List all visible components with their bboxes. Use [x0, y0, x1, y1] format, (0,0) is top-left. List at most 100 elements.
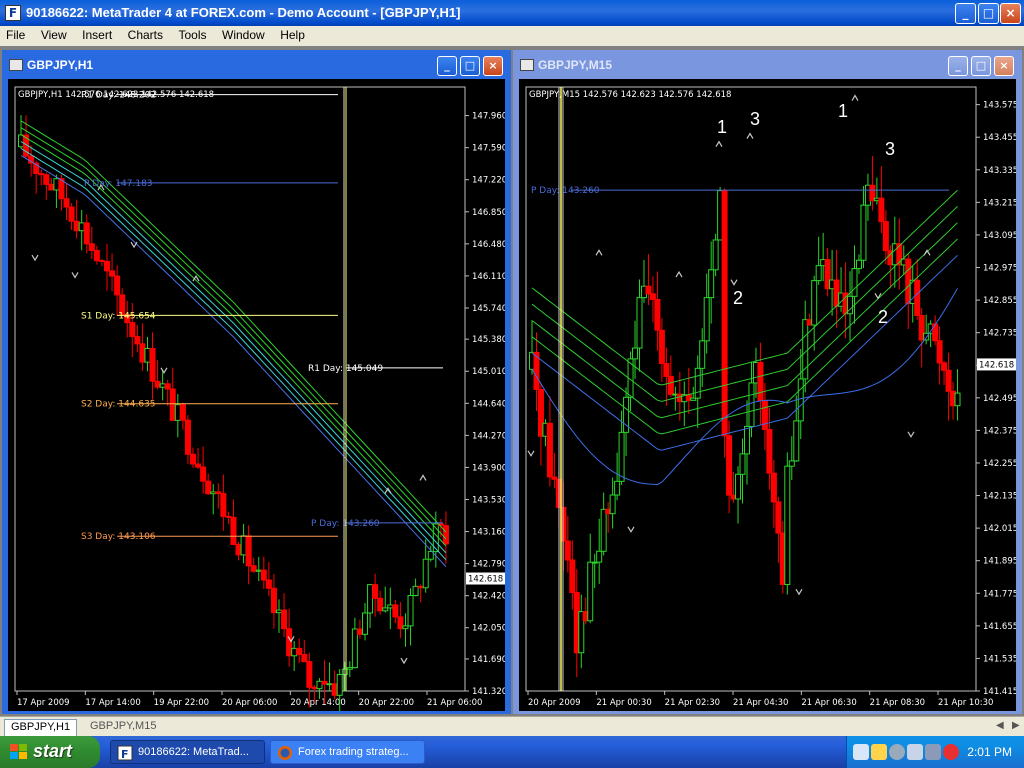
tab-gbpjpy-m15[interactable]: GBPJPY,M15 — [84, 719, 162, 736]
candle-body — [645, 285, 652, 295]
candle-body — [174, 404, 181, 421]
fractal-up-icon — [715, 140, 723, 148]
pivot-label: R1 Day: 148.202 — [81, 91, 156, 101]
candle-body — [18, 134, 24, 148]
tabs-scroll-left-icon[interactable]: ◀ — [996, 720, 1004, 731]
price-axis-label: 143.160 — [472, 528, 505, 538]
candle-body — [878, 197, 885, 223]
menu-charts[interactable]: Charts — [122, 26, 169, 42]
m15-close-button[interactable]: × — [994, 56, 1014, 76]
candle-body — [230, 516, 237, 546]
candle-body — [225, 515, 232, 518]
price-axis-label: 143.335 — [983, 166, 1016, 176]
candle-body — [422, 558, 429, 589]
app-title-bar[interactable]: F 90186622: MetaTrader 4 at FOREX.com - … — [0, 0, 1024, 26]
h1-chart-area[interactable]: GBPJPY,H1 142.576 142.623 142.576 142.61… — [8, 79, 505, 711]
menu-insert[interactable]: Insert — [76, 26, 118, 42]
price-axis-label: 141.535 — [983, 654, 1016, 664]
candle-body — [726, 435, 733, 496]
menu-view[interactable]: View — [35, 26, 73, 42]
tray-update-icon[interactable] — [907, 744, 923, 760]
candle-body — [356, 628, 363, 635]
m15-minimize-button[interactable]: _ — [948, 56, 968, 76]
candle-body — [114, 275, 121, 296]
chart-window-icon — [520, 59, 534, 71]
price-axis-label: 143.575 — [983, 101, 1016, 111]
time-axis-label: 20 Apr 22:00 — [359, 698, 414, 708]
candle-body — [708, 269, 715, 299]
candle-body — [721, 190, 728, 437]
price-axis-label: 146.110 — [472, 272, 505, 282]
h1-maximize-button[interactable]: □ — [460, 56, 480, 76]
start-button[interactable]: start — [0, 736, 100, 768]
fractal-up-icon — [419, 474, 427, 481]
menu-help[interactable]: Help — [274, 26, 311, 42]
taskbar-item-firefox[interactable]: Forex trading strateg... — [270, 740, 425, 764]
time-axis-label: 21 Apr 06:00 — [427, 698, 482, 708]
candle-body — [632, 347, 639, 360]
app-icon: F — [5, 5, 21, 21]
candle-body — [53, 178, 60, 191]
maximize-button[interactable]: □ — [978, 3, 999, 24]
candle-body — [73, 220, 80, 232]
chart-window-m15-titlebar[interactable]: GBPJPY,M15 _ □ × — [516, 53, 1019, 79]
candle-body — [351, 628, 358, 669]
tray-display-icon[interactable] — [925, 744, 941, 760]
m15-chart-area[interactable]: GBPJPY,M15 142.576 142.623 142.576 142.6… — [519, 79, 1016, 711]
candle-body — [387, 604, 394, 609]
candle-body — [382, 607, 389, 612]
menu-tools[interactable]: Tools — [173, 26, 213, 42]
tray-antivirus-icon[interactable] — [943, 744, 959, 760]
close-button[interactable]: × — [1000, 3, 1021, 24]
menu-file[interactable]: File — [0, 26, 31, 42]
candle-body — [712, 239, 719, 271]
svg-text:F: F — [121, 748, 129, 761]
menu-bar: File View Insert Charts Tools Window Hel… — [0, 26, 1024, 46]
candle-body — [154, 380, 161, 388]
chart-window-m15[interactable]: GBPJPY,M15 _ □ × GBPJPY,M15 142.576 142.… — [513, 50, 1022, 714]
time-axis-label: 21 Apr 02:30 — [665, 698, 720, 708]
candle-body — [757, 362, 764, 402]
m15-maximize-button[interactable]: □ — [971, 56, 991, 76]
candle-body — [770, 472, 777, 503]
time-axis-label: 21 Apr 00:30 — [596, 698, 651, 708]
candle-body — [442, 525, 449, 545]
chart-window-m15-title: GBPJPY,M15 — [538, 58, 613, 72]
fractal-up-icon — [384, 487, 392, 494]
clock: 2:01 PM — [967, 745, 1012, 759]
tab-gbpjpy-h1[interactable]: GBPJPY,H1 — [4, 719, 78, 736]
candle-body — [301, 654, 308, 663]
h1-minimize-button[interactable]: _ — [437, 56, 457, 76]
tabs-scroll-right-icon[interactable]: ▶ — [1012, 720, 1020, 731]
fractal-up-icon — [746, 132, 754, 139]
price-axis-label: 142.735 — [983, 329, 1016, 339]
tray-security-icon[interactable] — [853, 744, 869, 760]
candle-body — [260, 569, 267, 581]
time-axis-label: 21 Apr 08:30 — [870, 698, 925, 708]
menu-window[interactable]: Window — [216, 26, 271, 42]
chart-window-h1-titlebar[interactable]: GBPJPY,H1 _ □ × — [5, 53, 508, 79]
candle-body — [941, 362, 948, 371]
candle-body — [190, 453, 196, 465]
h1-close-button[interactable]: × — [483, 56, 503, 76]
taskbar-item-metatrader[interactable]: F 90186622: MetaTrad... — [110, 740, 265, 764]
candle-body — [164, 383, 171, 390]
fractal-up-icon — [851, 94, 859, 101]
price-axis-label: 147.220 — [472, 176, 505, 186]
candle-body — [954, 392, 961, 407]
moving-average-line — [531, 189, 958, 386]
candle-body — [104, 260, 110, 272]
h1-chart-svg: GBPJPY,H1 142.576 142.623 142.576 142.61… — [14, 86, 505, 711]
candle-body — [587, 561, 594, 622]
candle-body — [860, 204, 867, 261]
m15-chart-svg: GBPJPY,M15 142.576 142.623 142.576 142.6… — [525, 86, 1016, 708]
time-axis-label: 21 Apr 06:30 — [801, 698, 856, 708]
candle-body — [331, 683, 338, 696]
minimize-button[interactable]: _ — [955, 3, 976, 24]
price-axis-label: 143.900 — [472, 463, 505, 473]
chart-window-h1[interactable]: GBPJPY,H1 _ □ × GBPJPY,H1 142.576 142.62… — [2, 50, 511, 714]
time-axis-label: 19 Apr 22:00 — [154, 698, 209, 708]
candle-body — [739, 453, 746, 475]
tray-speaker-icon[interactable] — [889, 744, 905, 760]
tray-network-icon[interactable] — [871, 744, 887, 760]
